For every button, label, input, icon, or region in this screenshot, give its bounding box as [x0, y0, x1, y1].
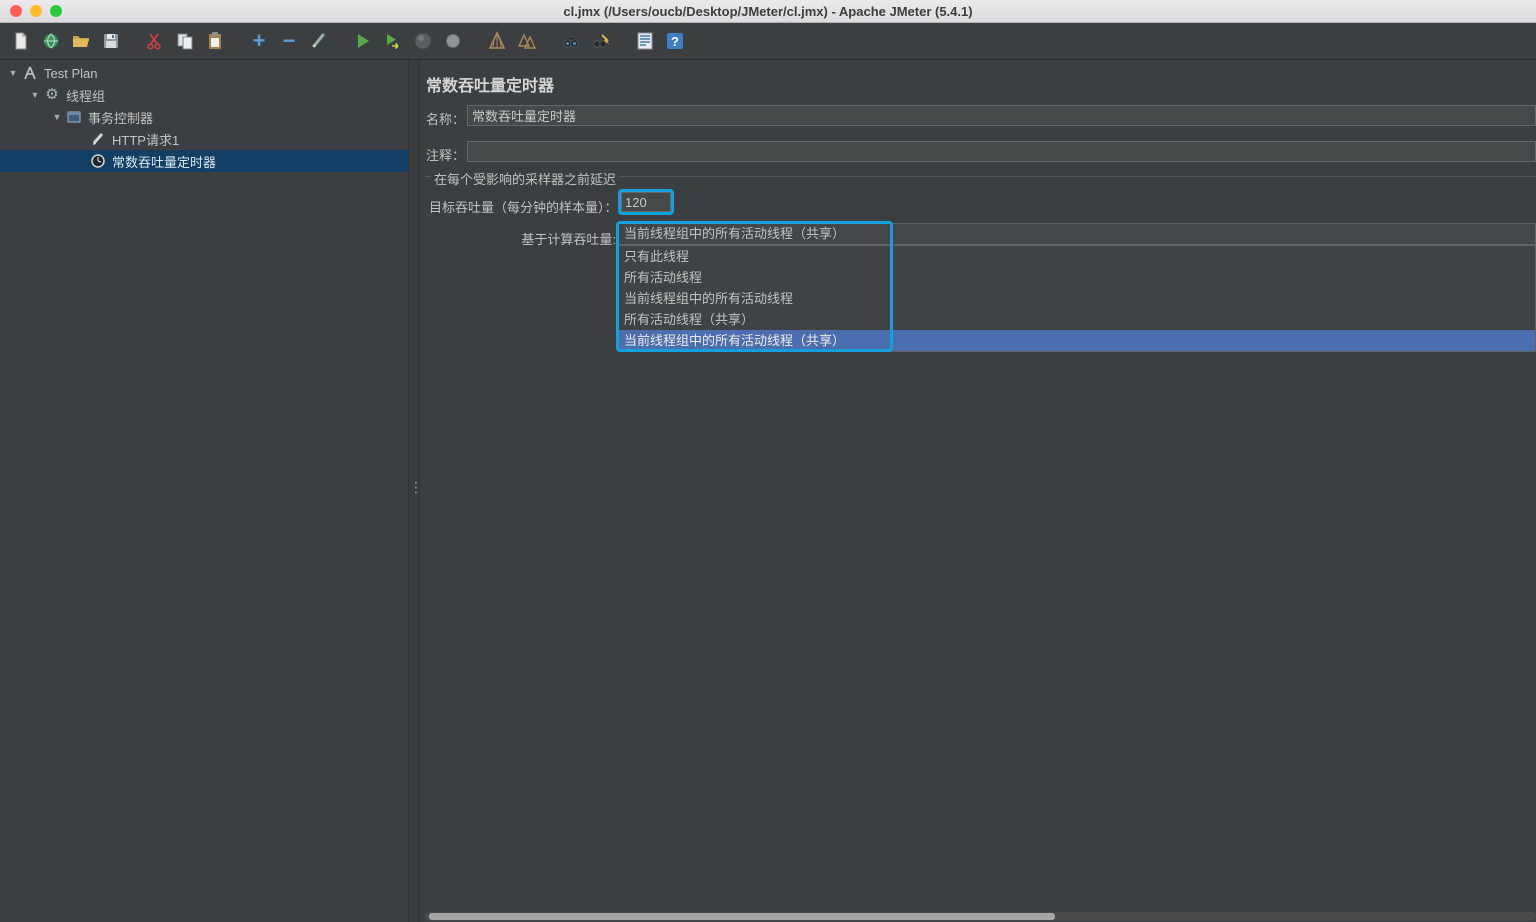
open-file-button[interactable]	[66, 27, 96, 55]
remove-icon: −	[282, 28, 296, 53]
help-icon: ?	[667, 33, 683, 49]
delay-group-title: 在每个受影响的采样器之前延迟	[431, 169, 620, 188]
save-button[interactable]	[96, 27, 126, 55]
expander-icon[interactable]: ▼	[26, 90, 44, 100]
start-no-pauses-button[interactable]	[378, 27, 408, 55]
dropdown-option[interactable]: 只有此线程	[619, 246, 1535, 267]
jmeter-window: cl.jmx (/Users/oucb/Desktop/JMeter/cl.jm…	[0, 0, 1536, 922]
templates-button[interactable]	[36, 27, 66, 55]
horizontal-scrollbar[interactable]	[425, 912, 1536, 921]
tree-item-transaction-controller[interactable]: ▼ 事务控制器	[0, 106, 408, 128]
tree-item-label: 事务控制器	[88, 110, 154, 126]
shutdown-icon	[446, 34, 460, 48]
remove-button[interactable]: −	[274, 27, 304, 55]
toolbar-group-run	[348, 27, 468, 55]
open-file-icon	[73, 36, 89, 47]
toolbar: + − ?	[0, 23, 1536, 60]
page-title: 常数吞吐量定时器	[426, 78, 555, 95]
start-icon	[358, 34, 369, 48]
toolbar-group-edit	[140, 27, 230, 55]
dropdown-option[interactable]: 当前线程组中的所有活动线程	[619, 288, 1535, 309]
split-divider[interactable]: ⋮	[408, 60, 423, 922]
new-file-icon	[15, 32, 27, 50]
tree-item-http-request[interactable]: HTTP请求1	[0, 128, 408, 150]
start-no-pauses-icon	[387, 34, 399, 50]
save-icon	[104, 34, 118, 48]
add-icon: +	[252, 28, 266, 53]
target-throughput-label: 目标吞吐量（每分钟的样本量）：	[429, 200, 618, 215]
close-window-button[interactable]	[10, 5, 22, 17]
toggle-icon	[312, 33, 325, 48]
clear-button[interactable]	[482, 27, 512, 55]
name-label: 名称：	[426, 112, 466, 127]
zoom-window-button[interactable]	[50, 5, 62, 17]
minimize-window-button[interactable]	[30, 5, 42, 17]
comments-label: 注释：	[426, 148, 466, 163]
tree-item-constant-throughput-timer[interactable]: 常数吞吐量定时器	[0, 150, 408, 172]
toolbar-group-search	[556, 27, 616, 55]
expander-icon[interactable]: ▼	[4, 68, 22, 78]
throughput-highlight-annotation	[618, 189, 674, 215]
cut-icon	[147, 33, 161, 50]
tree-item-label: Test Plan	[44, 65, 98, 81]
target-throughput-input[interactable]	[621, 192, 671, 212]
search-reset-icon	[593, 34, 609, 48]
toolbar-group-clear	[482, 27, 542, 55]
name-input[interactable]	[467, 105, 1536, 126]
clear-all-button[interactable]	[512, 27, 542, 55]
http-request-icon	[90, 131, 106, 147]
clear-all-icon	[517, 33, 537, 49]
calc-mode-dropdown-list: 只有此线程 所有活动线程 当前线程组中的所有活动线程 所有活动线程（共享） 当前…	[618, 245, 1536, 352]
tree-item-label: 线程组	[66, 88, 106, 104]
search-button[interactable]	[556, 27, 586, 55]
templates-icon	[43, 33, 59, 49]
transaction-controller-icon	[66, 109, 82, 125]
toolbar-group-file	[6, 27, 126, 55]
start-button[interactable]	[348, 27, 378, 55]
help-button[interactable]: ?	[660, 27, 690, 55]
toggle-button[interactable]	[304, 27, 334, 55]
toolbar-group-toggle: + −	[244, 27, 334, 55]
constant-throughput-timer-panel: 常数吞吐量定时器 名称： 注释： 在每个受影响的采样器之前延迟 目标吞吐量（每分…	[420, 60, 1536, 922]
comments-input[interactable]	[467, 141, 1536, 162]
horizontal-scrollbar-thumb[interactable]	[429, 913, 1055, 920]
tree-item-test-plan[interactable]: ▼ Test Plan	[0, 62, 408, 84]
search-reset-button[interactable]	[586, 27, 616, 55]
svg-text:?: ?	[671, 34, 679, 49]
window-title: cl.jmx (/Users/oucb/Desktop/JMeter/cl.jm…	[563, 3, 973, 19]
cut-button[interactable]	[140, 27, 170, 55]
clear-icon	[488, 31, 506, 49]
stop-icon	[414, 32, 432, 50]
tree-item-label: HTTP请求1	[112, 132, 180, 148]
paste-button[interactable]	[200, 27, 230, 55]
dropdown-option-selected[interactable]: 当前线程组中的所有活动线程（共享）	[619, 330, 1535, 351]
tree-item-thread-group[interactable]: ▼ ⚙ 线程组	[0, 84, 408, 106]
timer-icon	[90, 153, 106, 169]
test-plan-tree: ▼ Test Plan ▼ ⚙ 线程组 ▼ 事务控制器 HTTP请求1 常数吞吐…	[0, 60, 408, 922]
paste-icon	[209, 32, 221, 49]
stop-button[interactable]	[408, 27, 438, 55]
function-helper-button[interactable]	[630, 27, 660, 55]
dropdown-option[interactable]: 所有活动线程（共享）	[619, 309, 1535, 330]
expander-icon[interactable]: ▼	[48, 112, 66, 122]
test-plan-icon	[22, 65, 38, 81]
traffic-lights	[10, 5, 62, 17]
tree-item-label: 常数吞吐量定时器	[112, 154, 217, 170]
dropdown-option[interactable]: 所有活动线程	[619, 267, 1535, 288]
calc-mode-combobox[interactable]: 当前线程组中的所有活动线程（共享）	[618, 223, 1536, 245]
search-icon	[563, 38, 579, 48]
toolbar-group-help: ?	[630, 27, 690, 55]
add-button[interactable]: +	[244, 27, 274, 55]
function-helper-icon	[637, 32, 653, 50]
calculate-throughput-label: 基于计算吞吐量:	[521, 232, 616, 247]
shutdown-button[interactable]	[438, 27, 468, 55]
thread-group-icon: ⚙	[45, 86, 59, 103]
copy-button[interactable]	[170, 27, 200, 55]
titlebar: cl.jmx (/Users/oucb/Desktop/JMeter/cl.jm…	[0, 0, 1536, 23]
divider-grip-icon[interactable]: ⋮	[409, 480, 423, 494]
new-file-button[interactable]	[6, 27, 36, 55]
copy-icon	[177, 33, 193, 50]
